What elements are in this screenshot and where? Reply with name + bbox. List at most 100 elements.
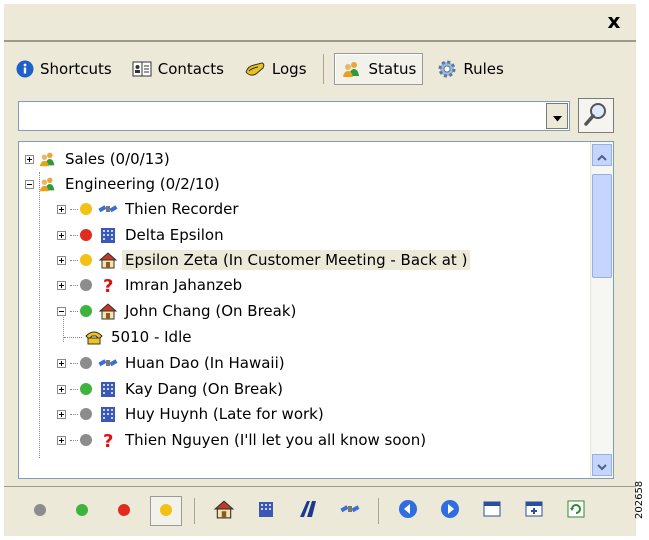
window-icon xyxy=(483,500,501,522)
search-combobox[interactable] xyxy=(18,101,570,131)
expand-toggle[interactable] xyxy=(57,435,66,445)
back-arrow-icon xyxy=(398,499,418,523)
home-icon xyxy=(98,250,118,270)
expand-toggle[interactable] xyxy=(57,230,66,240)
tab-rules-label: Rules xyxy=(463,60,504,78)
status-dot xyxy=(80,383,92,395)
status-yellow-dot-icon xyxy=(159,502,173,521)
contact-row[interactable]: Huy Huynh (Late for work) xyxy=(57,402,327,426)
expand-toggle[interactable] xyxy=(57,384,66,394)
contact-label: Huy Huynh (Late for work) xyxy=(125,405,324,423)
contact-row[interactable]: Huan Dao (In Hawaii) xyxy=(57,351,288,375)
status-people-icon xyxy=(341,60,363,78)
vertical-scrollbar[interactable] xyxy=(590,142,613,478)
status-dot xyxy=(80,229,92,241)
expand-toggle[interactable] xyxy=(57,204,66,214)
status-dot xyxy=(80,357,92,369)
contact-label: Delta Epsilon xyxy=(125,226,224,244)
contact-label: Imran Jahanzeb xyxy=(125,276,243,294)
contact-row[interactable]: Kay Dang (On Break) xyxy=(57,377,286,401)
close-button[interactable]: x xyxy=(596,4,632,38)
contact-label: Kay Dang (On Break) xyxy=(125,380,283,398)
window-expand-button[interactable] xyxy=(520,496,548,526)
contact-row[interactable]: ? Imran Jahanzeb xyxy=(57,273,245,297)
location-satellite-button[interactable] xyxy=(336,496,364,526)
satellite-icon xyxy=(98,199,118,219)
office-building-icon xyxy=(257,500,275,522)
group-people-icon xyxy=(38,174,58,194)
contact-tree: Sales (0/0/13) Engineering (0/2/10) Thie… xyxy=(18,141,614,479)
contacts-icon xyxy=(132,60,152,78)
status-dot xyxy=(80,203,92,215)
status-dot xyxy=(80,434,92,446)
tree-connector xyxy=(70,439,78,441)
toolbar-separator xyxy=(194,498,195,524)
contact-device-row[interactable]: 5010 - Idle xyxy=(64,325,194,349)
forward-button[interactable] xyxy=(436,496,464,526)
search-icon xyxy=(583,101,609,131)
tree-connector xyxy=(70,234,78,236)
bottom-toolbar xyxy=(4,488,636,532)
location-home-button[interactable] xyxy=(210,496,238,526)
collapse-toggle[interactable] xyxy=(57,306,66,316)
chevron-up-icon xyxy=(597,146,607,165)
chevron-down-icon xyxy=(552,107,562,126)
tree-group-engineering[interactable]: Engineering (0/2/10) xyxy=(25,172,223,196)
location-office-button[interactable] xyxy=(252,496,280,526)
svg-text:?: ? xyxy=(103,276,113,295)
tab-shortcuts[interactable]: Shortcuts xyxy=(10,53,118,85)
divider xyxy=(4,40,636,42)
expand-toggle[interactable] xyxy=(57,409,66,419)
refresh-button[interactable] xyxy=(562,496,590,526)
tree-connector xyxy=(70,208,78,210)
group-people-icon xyxy=(38,149,58,169)
tree-group-sales[interactable]: Sales (0/0/13) xyxy=(25,147,173,171)
device-label: 5010 - Idle xyxy=(111,328,192,346)
tab-status[interactable]: Status xyxy=(333,53,424,85)
tree-group-label: Engineering (0/2/10) xyxy=(65,175,220,193)
tab-logs[interactable]: Logs xyxy=(238,53,313,85)
tab-contacts-label: Contacts xyxy=(157,60,224,78)
contact-row-selected[interactable]: Epsilon Zeta (In Customer Meeting - Back… xyxy=(57,248,471,272)
status-dot xyxy=(80,279,92,291)
tab-status-label: Status xyxy=(368,60,417,78)
status-dot xyxy=(80,254,92,266)
status-green-button[interactable] xyxy=(68,496,96,526)
forward-arrow-icon xyxy=(440,499,460,523)
scroll-up-button[interactable] xyxy=(592,144,612,166)
tab-contacts[interactable]: Contacts xyxy=(126,53,230,85)
contact-label: Epsilon Zeta (In Customer Meeting - Back… xyxy=(122,250,471,270)
expand-toggle[interactable] xyxy=(57,255,66,265)
contact-row[interactable]: Thien Recorder xyxy=(57,197,242,221)
search-button[interactable] xyxy=(578,98,614,133)
status-dot xyxy=(80,305,92,317)
phone-icon xyxy=(84,327,104,347)
expand-toggle[interactable] xyxy=(57,280,66,290)
scroll-thumb[interactable] xyxy=(592,174,612,278)
satellite-icon xyxy=(98,353,118,373)
back-button[interactable] xyxy=(394,496,422,526)
tab-toolbar: Shortcuts Contacts Logs Status Rules xyxy=(10,50,626,88)
location-road-button[interactable] xyxy=(294,496,322,526)
tab-rules[interactable]: Rules xyxy=(431,53,509,85)
road-icon xyxy=(298,499,318,523)
tree-connector xyxy=(64,336,82,338)
status-red-button[interactable] xyxy=(110,496,138,526)
toolbar-separator xyxy=(322,54,324,84)
dropdown-button[interactable] xyxy=(546,103,568,129)
contact-row[interactable]: John Chang (On Break) xyxy=(57,299,299,323)
status-dot xyxy=(80,408,92,420)
contact-row[interactable]: ? Thien Nguyen (I'll let you all know so… xyxy=(57,428,429,452)
expand-toggle[interactable] xyxy=(57,358,66,368)
status-yellow-button[interactable] xyxy=(150,496,182,526)
expand-toggle[interactable] xyxy=(25,154,34,164)
gear-icon xyxy=(437,59,457,79)
status-gray-button[interactable] xyxy=(26,496,54,526)
collapse-toggle[interactable] xyxy=(25,179,34,189)
office-building-icon xyxy=(98,379,118,399)
contact-row[interactable]: Delta Epsilon xyxy=(57,223,227,247)
scroll-down-button[interactable] xyxy=(592,454,612,476)
svg-text:?: ? xyxy=(103,431,113,450)
window-button[interactable] xyxy=(478,496,506,526)
contact-label: John Chang (On Break) xyxy=(125,302,297,320)
